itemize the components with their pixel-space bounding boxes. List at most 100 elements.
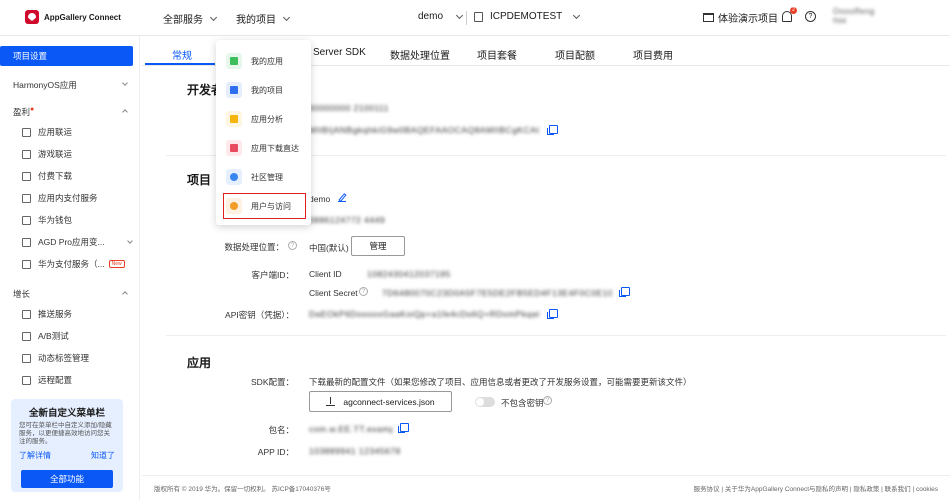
game-icon <box>22 149 31 159</box>
copy-icon[interactable] <box>619 287 630 297</box>
user-name: Ooooffeng <box>833 7 875 16</box>
sidebar-item-remote-config[interactable]: 远程配置 <box>8 370 132 390</box>
client-secret-label: Client Secret <box>309 288 358 298</box>
sidebar-item-app-distribution[interactable]: 应用联运 <box>8 122 132 142</box>
demo-project-link[interactable]: 体验演示项目 <box>703 10 778 25</box>
my-projects-dropdown: 我的应用 我的项目 应用分析 应用下载直达 社区管理 用户与访问 <box>216 40 311 225</box>
sidebar-item-label: A/B测试 <box>38 331 69 341</box>
app-selector-label: demo <box>418 11 444 22</box>
promo-got-it-link[interactable]: 知道了 <box>91 450 115 461</box>
manage-button[interactable]: 管理 <box>351 236 405 256</box>
developer-public-key-value: MIIBIjANBgkqhkiG9w0BAQEFAAOCAQ8AMIIBCgKC… <box>309 125 539 135</box>
sidebar-item-label: 远程配置 <box>38 375 73 385</box>
sidebar-group-label: 增长 <box>13 289 31 299</box>
footer-links[interactable]: 服务协议 | 关于华为AppGallery Connect与隐私的声明 | 隐私… <box>694 483 938 493</box>
sidebar-item-label: 推送服务 <box>38 309 73 319</box>
notification-badge: 2 <box>790 7 797 14</box>
chevron-up-icon <box>122 109 128 115</box>
menu-item-label: 我的应用 <box>251 56 283 66</box>
promo-title: 全新自定义菜单栏 <box>28 408 105 419</box>
sidebar-group-growth[interactable]: 增长 <box>13 288 128 300</box>
download-config-button[interactable]: agconnect-services.json <box>309 391 452 412</box>
sidebar-group-label: HarmonyOS应用 <box>13 80 77 90</box>
menu-item-app-linking[interactable]: 应用下载直达 <box>226 137 306 159</box>
menu-item-label: 应用分析 <box>251 114 283 124</box>
promo-card: 全新自定义菜单栏 您可在菜单栏中自定义添加/隐藏服务，以更便捷高效地访问您关注的… <box>11 399 123 492</box>
pay-icon <box>22 259 31 269</box>
project-selector[interactable]: ICPDEMOTEST <box>474 11 581 22</box>
package-name-label: 包名： <box>268 425 294 435</box>
sidebar-item-label: 动态标签管理 <box>38 353 90 363</box>
shop-icon <box>703 13 714 22</box>
sidebar-item-paid-download[interactable]: 付费下载 <box>8 166 132 186</box>
sidebar-item-label: 项目设置 <box>13 51 48 61</box>
copy-icon[interactable] <box>398 423 409 433</box>
analytics-icon <box>226 111 242 127</box>
menu-item-community[interactable]: 社区管理 <box>226 166 306 188</box>
exclude-key-label: 不包含密钥 <box>501 398 544 408</box>
copy-icon[interactable] <box>547 125 558 135</box>
tab-project-plan[interactable]: 项目套餐 <box>477 47 517 62</box>
red-dot-icon: ● <box>30 106 35 113</box>
sidebar-item-tag-manager[interactable]: 动态标签管理 <box>8 348 132 368</box>
tab-general[interactable]: 常规 <box>172 47 192 62</box>
sidebar-group-monetize[interactable]: 盈利● <box>13 106 128 118</box>
download-config-label: agconnect-services.json <box>343 396 435 407</box>
tab-server-sdk[interactable]: Server SDK <box>313 47 366 58</box>
sdk-config-label: SDK配置： <box>251 377 294 387</box>
app-id-label: APP ID： <box>257 447 294 457</box>
help-circle-icon[interactable]: ? <box>288 241 297 250</box>
help-circle-icon[interactable]: ? <box>543 396 552 405</box>
sidebar-item-push[interactable]: 推送服务 <box>8 304 132 324</box>
all-features-button[interactable]: 全部功能 <box>21 470 113 488</box>
client-secret-value: 7D6480070C23D0A5F7E5DE2FB5ED4F13E4F0C0E1… <box>382 288 612 298</box>
tab-project-quota[interactable]: 项目配额 <box>555 47 595 62</box>
sidebar-group-harmonyos[interactable]: HarmonyOS应用 <box>13 79 128 91</box>
sidebar-item-label: 应用内支付服务 <box>38 193 98 203</box>
user-account[interactable]: Ooooffeng ffdd <box>833 7 875 25</box>
download-icon <box>22 171 31 181</box>
menu-item-app-analytics[interactable]: 应用分析 <box>226 108 306 130</box>
chevron-down-icon <box>127 238 133 244</box>
menu-item-my-apps[interactable]: 我的应用 <box>226 50 306 72</box>
tab-data-location[interactable]: 数据处理位置 <box>390 47 450 62</box>
help-circle-icon[interactable]: ? <box>359 287 368 296</box>
sidebar-item-ab-test[interactable]: A/B测试 <box>8 326 132 346</box>
nav-my-projects-label: 我的项目 <box>236 15 276 26</box>
tag-icon <box>22 353 31 363</box>
active-tab-indicator <box>145 63 215 65</box>
menu-item-my-projects[interactable]: 我的项目 <box>226 79 306 101</box>
app-section-title: 应用 <box>187 356 212 370</box>
edit-icon[interactable] <box>338 193 347 202</box>
sidebar-item-iap[interactable]: 应用内支付服务 <box>8 188 132 208</box>
chevron-down-icon <box>282 13 291 21</box>
logo[interactable]: AppGallery Connect <box>25 10 121 24</box>
nav-my-projects[interactable]: 我的项目 <box>236 11 291 26</box>
chevron-down-icon <box>573 11 581 19</box>
developer-id-value: 30000000 2100111 <box>309 103 390 113</box>
nav-all-services[interactable]: 全部服务 <box>163 11 218 26</box>
document-icon <box>474 11 483 22</box>
divider <box>166 335 946 336</box>
ab-test-icon <box>22 331 31 341</box>
app-selector[interactable]: demo <box>418 11 464 22</box>
sidebar-item-label: 游戏联运 <box>38 149 73 159</box>
sidebar-item-project-settings[interactable]: 项目设置 <box>0 46 133 66</box>
chevron-down-icon <box>122 80 128 86</box>
app-distribution-icon <box>22 127 31 137</box>
sidebar-item-wallet[interactable]: 华为钱包 <box>8 210 132 230</box>
package-name-value: com.w.EE.TT.example.demo <box>309 424 393 434</box>
help-icon[interactable]: ? <box>805 11 816 22</box>
exclude-key-toggle[interactable] <box>475 397 495 407</box>
sidebar-item-agd-pro[interactable]: AGD Pro应用变... <box>8 232 133 252</box>
sidebar-item-game-distribution[interactable]: 游戏联运 <box>8 144 132 164</box>
menu-item-label: 社区管理 <box>251 172 283 182</box>
copy-icon[interactable] <box>547 309 558 319</box>
sidebar-group-label: 盈利 <box>13 107 31 117</box>
data-location-value: 中国(默认) <box>309 243 349 253</box>
chevron-down-icon <box>209 13 218 21</box>
user-sub: ffdd <box>833 18 847 25</box>
sidebar-item-huawei-pay[interactable]: 华为支付服务（... New <box>8 254 132 274</box>
promo-learn-more-link[interactable]: 了解详情 <box>19 450 51 461</box>
tab-project-fee[interactable]: 项目费用 <box>633 47 673 62</box>
